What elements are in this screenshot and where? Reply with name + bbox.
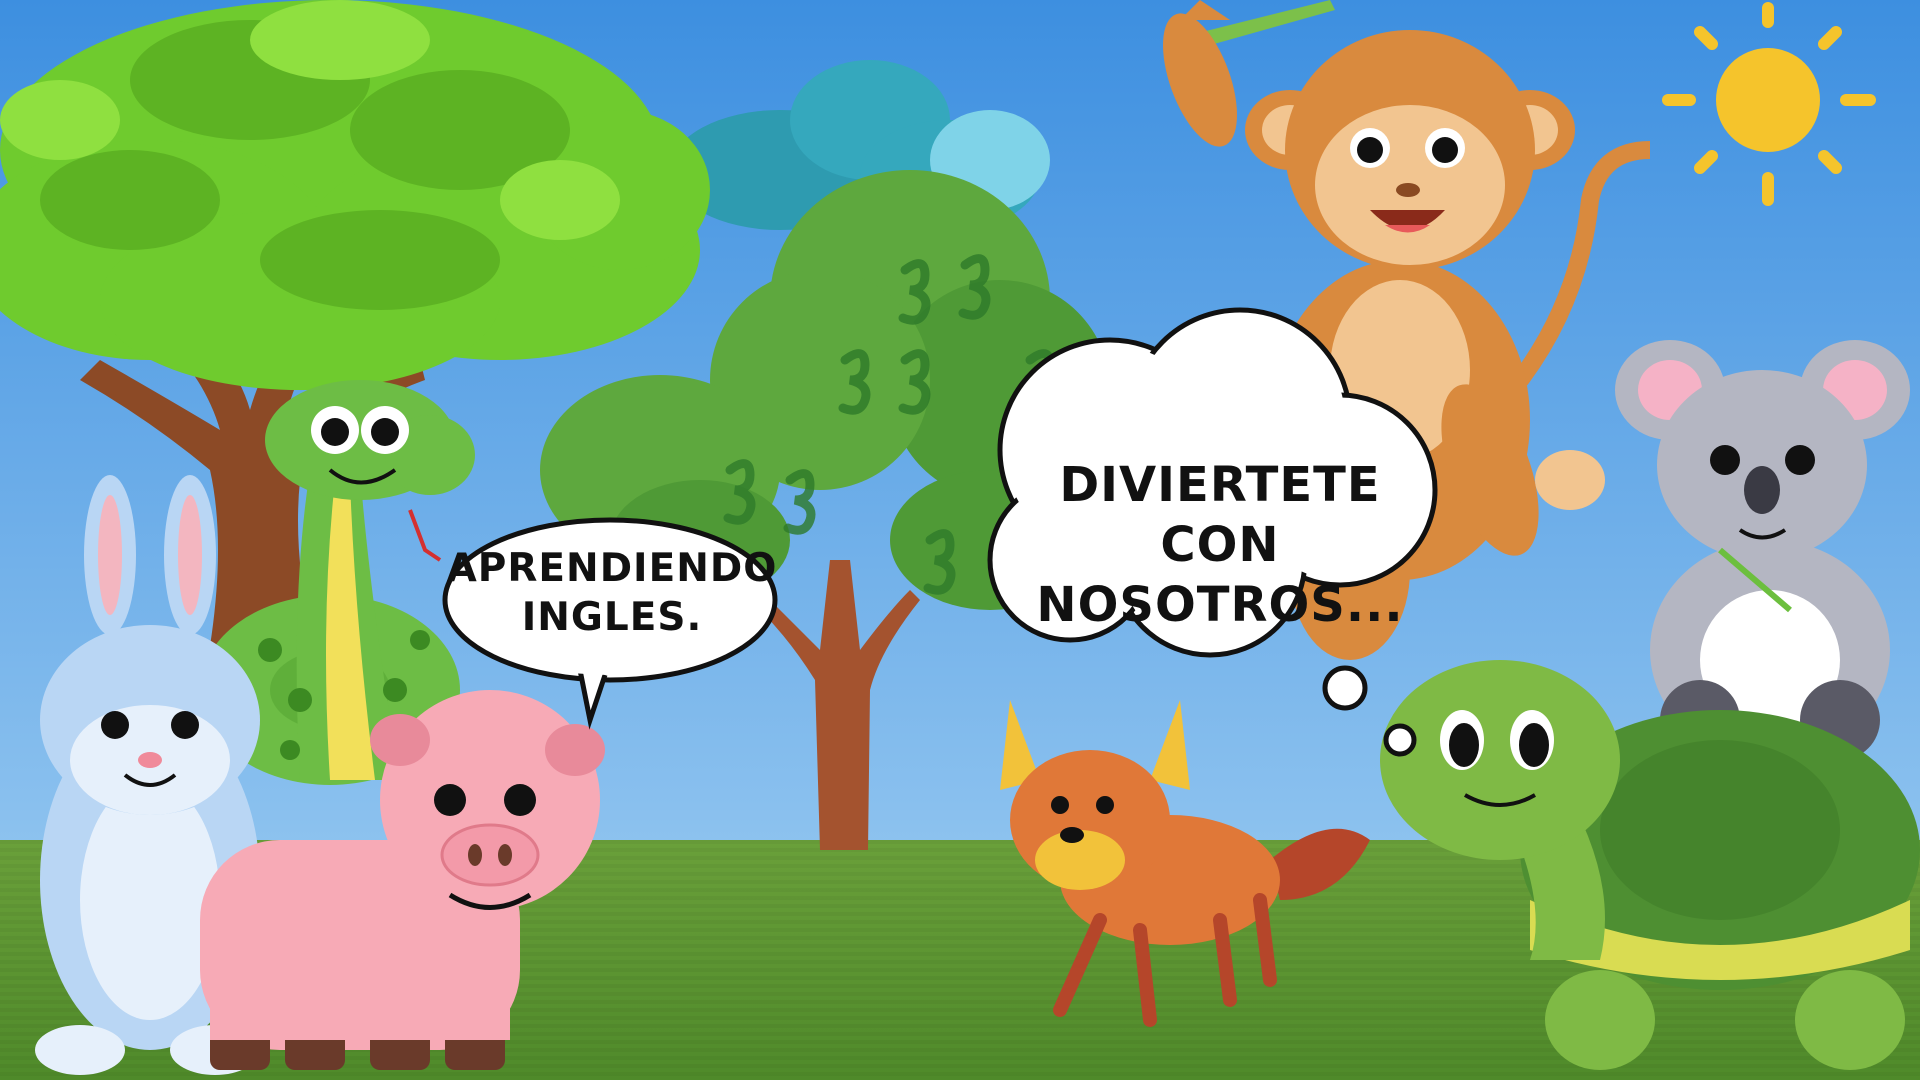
thought-line-2: NOSOTROS... <box>1036 577 1404 633</box>
speech-line-2: INGLES. <box>521 594 703 640</box>
scene-artwork <box>0 0 1920 1080</box>
thought-bubble-text: DIVIERTETE CON NOSOTROS... <box>1000 455 1440 635</box>
speech-bubble-text: APRENDIENDO INGLES. <box>432 545 792 643</box>
illustration-scene: APRENDIENDO INGLES. DIVIERTETE CON NOSOT… <box>0 0 1920 1080</box>
speech-line-1: APRENDIENDO <box>446 546 778 591</box>
thought-line-1: DIVIERTETE CON <box>1059 457 1381 573</box>
